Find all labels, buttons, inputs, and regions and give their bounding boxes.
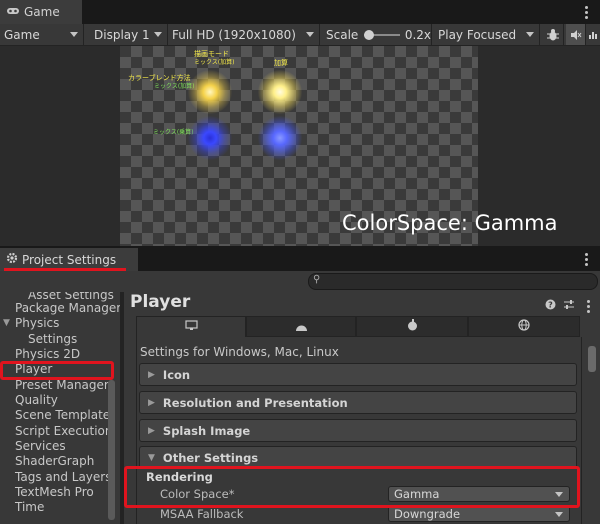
scene-label-blend-mode: 描画モード xyxy=(194,50,229,58)
project-settings-tab-label: Project Settings xyxy=(22,252,117,267)
display-value: Display 1 xyxy=(94,27,150,42)
settings-search-input[interactable]: ⚲ xyxy=(308,273,598,290)
sidebar-item-tags-and-layers[interactable]: Tags and Layers xyxy=(15,470,111,485)
sidebar-item-services[interactable]: Services xyxy=(15,439,66,454)
scene-label-add: 加算 xyxy=(274,59,288,67)
apple-icon xyxy=(407,319,418,334)
webgl-icon xyxy=(518,319,530,334)
sidebar-item-physics[interactable]: Physics xyxy=(15,316,59,331)
help-icon[interactable]: ? xyxy=(545,299,556,313)
game-tab-label: Game xyxy=(24,5,60,19)
section-other-label: Other Settings xyxy=(162,450,259,465)
chevron-down-icon xyxy=(306,32,314,37)
sidebar-item-quality[interactable]: Quality xyxy=(15,393,58,408)
bug-icon[interactable] xyxy=(542,24,564,45)
sidebar-item-time[interactable]: Time xyxy=(15,500,44,515)
gear-icon xyxy=(6,252,18,267)
highlight-box-player xyxy=(0,361,114,380)
chevron-down-icon xyxy=(555,512,563,517)
view-mode-dropdown[interactable]: Game xyxy=(0,24,84,45)
game-tab[interactable]: Game xyxy=(0,0,82,24)
yellow-light-mix xyxy=(188,70,232,114)
player-menu-icon[interactable] xyxy=(582,298,594,314)
sidebar-item-textmesh-pro[interactable]: TextMesh Pro xyxy=(15,485,94,500)
platform-settings-caption: Settings for Windows, Mac, Linux xyxy=(140,345,339,359)
chevron-right-icon: ▶ xyxy=(148,425,155,436)
search-icon: ⚲ xyxy=(313,274,321,285)
desktop-icon xyxy=(184,320,198,334)
sidebar-item-physics-2d[interactable]: Physics 2D xyxy=(15,347,80,362)
scene-label-mix-add: ミックス(加算) xyxy=(194,59,235,66)
game-window-menu-icon[interactable] xyxy=(580,4,592,20)
android-icon xyxy=(295,320,308,334)
gamepad-icon xyxy=(6,5,20,19)
blue-light-mix xyxy=(188,116,232,160)
tab-platform-webgl[interactable] xyxy=(468,316,580,337)
msaa-fallback-value: Downgrade xyxy=(394,507,461,521)
display-dropdown[interactable]: Display 1 xyxy=(90,24,168,45)
section-resolution-label: Resolution and Presentation xyxy=(162,395,348,410)
sidebar-item-physics-settings[interactable]: Settings xyxy=(28,332,77,347)
blue-light-add xyxy=(258,116,302,160)
scale-label: Scale xyxy=(326,27,359,42)
chevron-down-icon xyxy=(154,32,162,37)
game-toolbar: Game Display 1 Full HD (1920x1080) Scale… xyxy=(0,24,600,46)
resolution-value: Full HD (1920x1080) xyxy=(172,27,296,42)
section-icon-label: Icon xyxy=(162,367,191,382)
sidebar-item-preset-manager[interactable]: Preset Manager xyxy=(15,378,109,393)
sidebar-scrollbar[interactable] xyxy=(108,380,115,520)
scale-slider[interactable] xyxy=(364,29,401,40)
chevron-right-icon: ▶ xyxy=(148,397,155,408)
section-resolution-presentation[interactable]: ▶ Resolution and Presentation xyxy=(139,391,577,414)
chevron-right-icon: ▶ xyxy=(148,369,155,380)
sidebar-item-scene-template[interactable]: Scene Template xyxy=(15,408,110,423)
view-mode-value: Game xyxy=(4,27,40,42)
chevron-down-icon xyxy=(70,32,78,37)
tab-platform-apple[interactable] xyxy=(356,316,468,337)
section-splash-label: Splash Image xyxy=(162,423,251,438)
sidebar-item-shadergraph[interactable]: ShaderGraph xyxy=(15,454,94,469)
highlight-box-color-space xyxy=(124,466,580,508)
game-tab-bar xyxy=(0,0,600,24)
project-settings-menu-icon[interactable] xyxy=(580,251,592,267)
svg-text:?: ? xyxy=(548,301,553,310)
msaa-fallback-label: MSAA Fallback xyxy=(160,507,244,521)
preset-icon[interactable] xyxy=(563,299,575,313)
scale-slider-handle[interactable] xyxy=(364,29,375,40)
tab-platform-android[interactable] xyxy=(246,316,356,337)
section-icon[interactable]: ▶ Icon xyxy=(139,363,577,386)
chevron-down-icon: ▼ xyxy=(148,452,155,463)
mute-audio-icon[interactable] xyxy=(566,24,586,45)
scale-control: Scale 0.2x xyxy=(322,24,432,45)
play-mode-dropdown[interactable]: Play Focused xyxy=(434,24,540,45)
play-mode-value: Play Focused xyxy=(438,27,517,42)
expand-arrow-icon[interactable]: ▼ xyxy=(3,316,10,331)
resolution-dropdown[interactable]: Full HD (1920x1080) xyxy=(168,24,320,45)
scene-label-blend-method: カラーブレンド方法 xyxy=(128,74,191,82)
sidebar-item-package-manager[interactable]: Package Manager xyxy=(15,301,120,316)
colorspace-caption: ColorSpace: Gamma xyxy=(342,211,558,235)
sidebar-item-script-execution[interactable]: Script Execution xyxy=(15,424,113,439)
section-splash-image[interactable]: ▶ Splash Image xyxy=(139,419,577,442)
settings-sidebar: Asset Settings Package Manager ▼ Physics… xyxy=(0,292,120,524)
chevron-down-icon xyxy=(526,32,534,37)
msaa-fallback-dropdown[interactable]: Downgrade xyxy=(388,506,570,522)
stats-icon[interactable] xyxy=(586,24,600,45)
tab-platform-desktop[interactable] xyxy=(136,316,246,337)
scale-value: 0.2x xyxy=(404,27,431,42)
page-title: Player xyxy=(130,292,191,312)
main-scrollbar[interactable] xyxy=(588,346,596,372)
yellow-light-add xyxy=(258,70,302,114)
